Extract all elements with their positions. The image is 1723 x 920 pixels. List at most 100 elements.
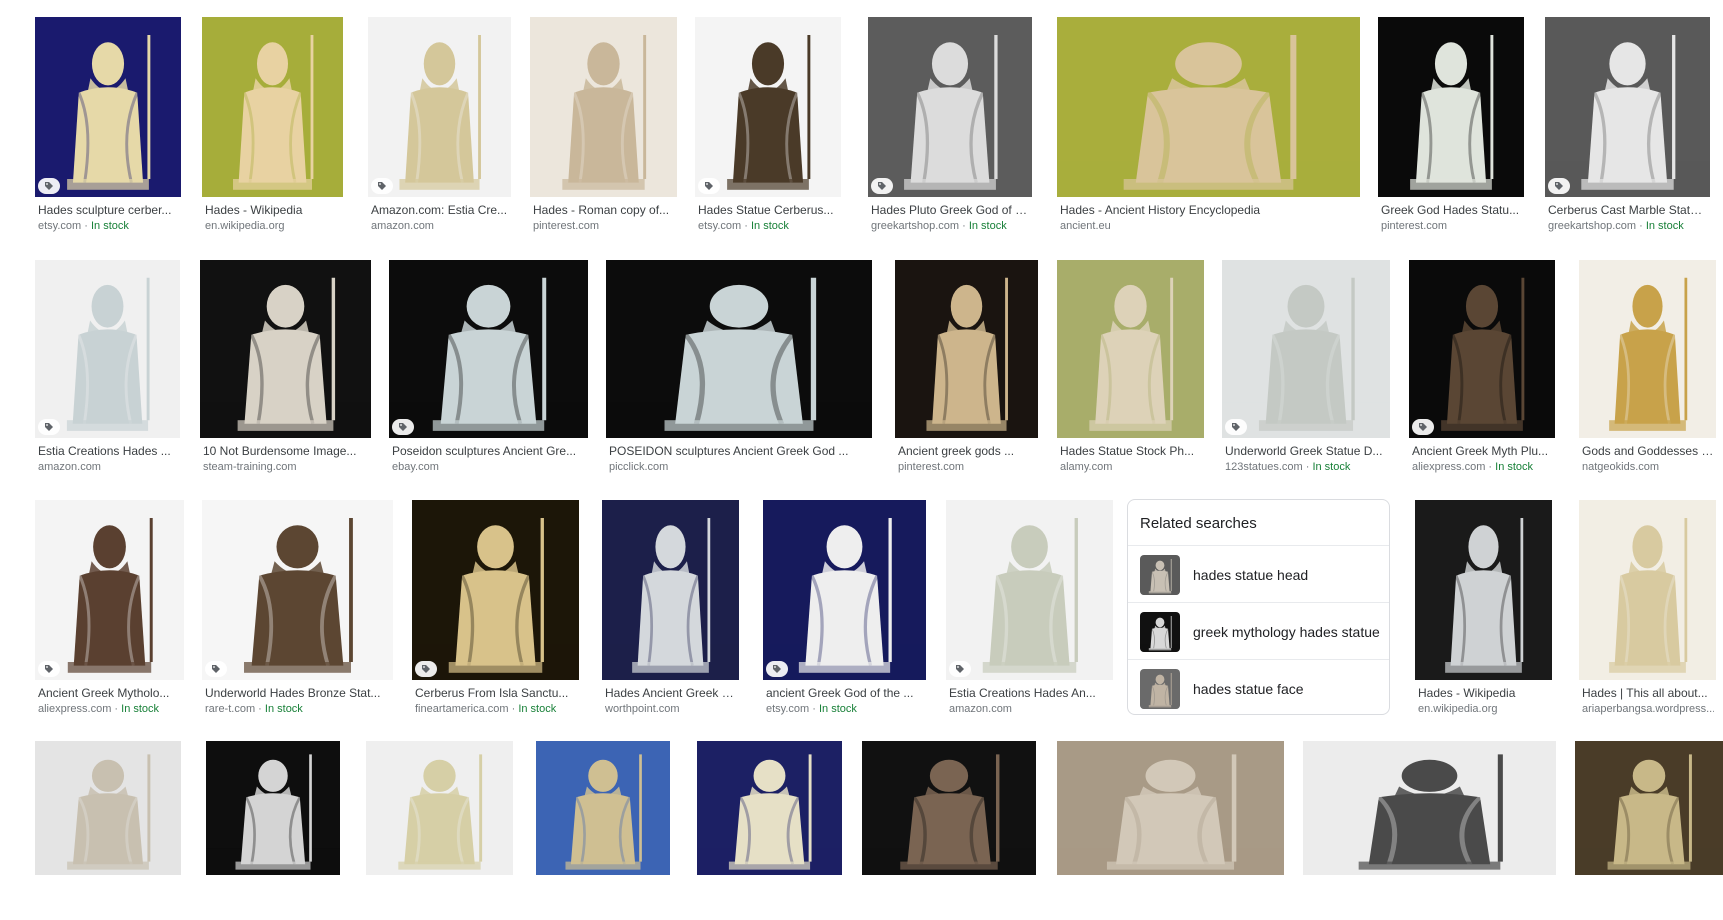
image-result[interactable]: Ancient Greek Mytholo... aliexpress.com ·… [35, 500, 184, 725]
result-title[interactable]: 10 Not Burdensome Image... [203, 444, 369, 458]
image-result[interactable]: Hades | This all about... ariaperbangsa.w… [1579, 500, 1716, 725]
image-result[interactable]: Hades - Roman copy of... pinterest.com [530, 17, 677, 242]
result-thumbnail[interactable] [35, 17, 181, 197]
image-result[interactable] [697, 741, 842, 920]
result-thumbnail[interactable] [412, 500, 579, 680]
result-title[interactable]: Amazon.com: Estia Cre... [371, 203, 509, 217]
image-result[interactable] [536, 741, 670, 920]
result-thumbnail[interactable] [1303, 741, 1556, 875]
image-result[interactable]: 10 Not Burdensome Image... steam-training… [200, 260, 371, 483]
image-result[interactable]: Underworld Greek Statue D... 123statues.c… [1222, 260, 1390, 483]
result-thumbnail[interactable] [1575, 741, 1723, 875]
result-thumbnail[interactable] [763, 500, 926, 680]
result-thumbnail[interactable] [202, 500, 393, 680]
result-thumbnail[interactable] [602, 500, 739, 680]
image-result[interactable] [1575, 741, 1723, 920]
result-title[interactable]: Estia Creations Hades ... [38, 444, 178, 458]
result-thumbnail[interactable] [695, 17, 841, 197]
image-result[interactable]: Ancient Greek Myth Plu... aliexpress.com … [1409, 260, 1555, 483]
result-title[interactable]: Hades - Ancient History Encyclopedia [1060, 203, 1358, 217]
result-title[interactable]: Ancient Greek Mytholo... [38, 686, 182, 700]
image-result[interactable]: Hades Statue Cerberus... etsy.com · In st… [695, 17, 841, 242]
image-result[interactable] [35, 741, 181, 920]
image-result[interactable]: Ancient greek gods ... pinterest.com [895, 260, 1038, 483]
result-thumbnail[interactable] [697, 741, 842, 875]
result-thumbnail[interactable] [1579, 500, 1716, 680]
result-thumbnail[interactable] [1409, 260, 1555, 438]
image-result[interactable]: Underworld Hades Bronze Stat... rare-t.co… [202, 500, 393, 725]
related-search-label[interactable]: greek mythology hades statue [1193, 624, 1380, 640]
result-thumbnail[interactable] [536, 741, 670, 875]
related-search-item[interactable]: hades statue face [1128, 659, 1389, 717]
result-thumbnail[interactable] [1415, 500, 1552, 680]
image-result[interactable] [366, 741, 513, 920]
image-result[interactable]: Hades - Wikipedia en.wikipedia.org [1415, 500, 1552, 725]
result-thumbnail[interactable] [530, 17, 677, 197]
result-thumbnail[interactable] [35, 260, 180, 438]
result-thumbnail[interactable] [1545, 17, 1710, 197]
result-title[interactable]: Hades Ancient Greek G... [605, 686, 737, 700]
result-thumbnail[interactable] [1222, 260, 1390, 438]
result-thumbnail[interactable] [200, 260, 371, 438]
result-thumbnail[interactable] [606, 260, 872, 438]
related-search-label[interactable]: hades statue face [1193, 681, 1304, 697]
image-result[interactable] [862, 741, 1036, 920]
result-thumbnail[interactable] [206, 741, 340, 875]
image-result[interactable]: Estia Creations Hades ... amazon.com [35, 260, 180, 483]
result-title[interactable]: Ancient Greek Myth Plu... [1412, 444, 1553, 458]
result-thumbnail[interactable] [202, 17, 343, 197]
result-thumbnail[interactable] [35, 741, 181, 875]
result-thumbnail[interactable] [366, 741, 513, 875]
result-title[interactable]: Hades - Roman copy of... [533, 203, 675, 217]
image-result[interactable] [1303, 741, 1556, 920]
image-result[interactable] [1057, 741, 1284, 920]
result-thumbnail[interactable] [862, 741, 1036, 875]
result-title[interactable]: Hades Statue Cerberus... [698, 203, 839, 217]
related-search-item[interactable]: hades statue head [1128, 545, 1389, 603]
result-title[interactable]: ancient Greek God of the ... [766, 686, 924, 700]
image-result[interactable]: Amazon.com: Estia Cre... amazon.com [368, 17, 511, 242]
result-title[interactable]: Hades | This all about... [1582, 686, 1714, 700]
image-result[interactable]: Hades sculpture cerber... etsy.com · In s… [35, 17, 181, 242]
result-title[interactable]: Ancient greek gods ... [898, 444, 1036, 458]
result-title[interactable]: POSEIDON sculptures Ancient Greek God ..… [609, 444, 870, 458]
result-thumbnail[interactable] [389, 260, 588, 438]
result-title[interactable]: Hades - Wikipedia [1418, 686, 1550, 700]
result-title[interactable]: Hades - Wikipedia [205, 203, 341, 217]
image-result[interactable]: Greek God Hades Statu... pinterest.com [1378, 17, 1524, 242]
image-result[interactable]: Hades Pluto Greek God of Un... greekartsh… [868, 17, 1032, 242]
result-thumbnail[interactable] [1057, 260, 1204, 438]
image-result[interactable]: Gods and Goddesses o... natgeokids.com [1579, 260, 1716, 483]
image-result[interactable]: ancient Greek God of the ... etsy.com · I… [763, 500, 926, 725]
image-result[interactable]: Hades Statue Stock Ph... alamy.com [1057, 260, 1204, 483]
image-result[interactable]: Cerberus Cast Marble Statue ... greekarts… [1545, 17, 1710, 242]
result-title[interactable]: Cerberus From Isla Sanctu... [415, 686, 577, 700]
result-thumbnail[interactable] [1057, 741, 1284, 875]
result-title[interactable]: Estia Creations Hades An... [949, 686, 1111, 700]
result-thumbnail[interactable] [1378, 17, 1524, 197]
result-title[interactable]: Greek God Hades Statu... [1381, 203, 1522, 217]
image-result[interactable]: Estia Creations Hades An... amazon.com [946, 500, 1113, 725]
result-title[interactable]: Hades Statue Stock Ph... [1060, 444, 1202, 458]
result-thumbnail[interactable] [868, 17, 1032, 197]
result-title[interactable]: Underworld Greek Statue D... [1225, 444, 1388, 458]
related-search-label[interactable]: hades statue head [1193, 567, 1308, 583]
image-result[interactable]: Poseidon sculptures Ancient Gre... ebay.c… [389, 260, 588, 483]
image-result[interactable]: Hades - Ancient History Encyclopedia anci… [1057, 17, 1360, 242]
image-result[interactable]: POSEIDON sculptures Ancient Greek God ..… [606, 260, 872, 483]
image-result[interactable]: Hades Ancient Greek G... worthpoint.com [602, 500, 739, 725]
result-thumbnail[interactable] [946, 500, 1113, 680]
result-title[interactable]: Hades Pluto Greek God of Un... [871, 203, 1030, 217]
image-result[interactable]: Cerberus From Isla Sanctu... fineartameri… [412, 500, 579, 725]
result-title[interactable]: Gods and Goddesses o... [1582, 444, 1714, 458]
result-thumbnail[interactable] [895, 260, 1038, 438]
result-thumbnail[interactable] [368, 17, 511, 197]
image-result[interactable]: Hades - Wikipedia en.wikipedia.org [202, 17, 343, 242]
related-search-item[interactable]: greek mythology hades statue [1128, 602, 1389, 660]
result-thumbnail[interactable] [1057, 17, 1360, 197]
result-thumbnail[interactable] [1579, 260, 1716, 438]
result-title[interactable]: Poseidon sculptures Ancient Gre... [392, 444, 586, 458]
result-title[interactable]: Cerberus Cast Marble Statue ... [1548, 203, 1708, 217]
image-result[interactable] [206, 741, 340, 920]
result-thumbnail[interactable] [35, 500, 184, 680]
